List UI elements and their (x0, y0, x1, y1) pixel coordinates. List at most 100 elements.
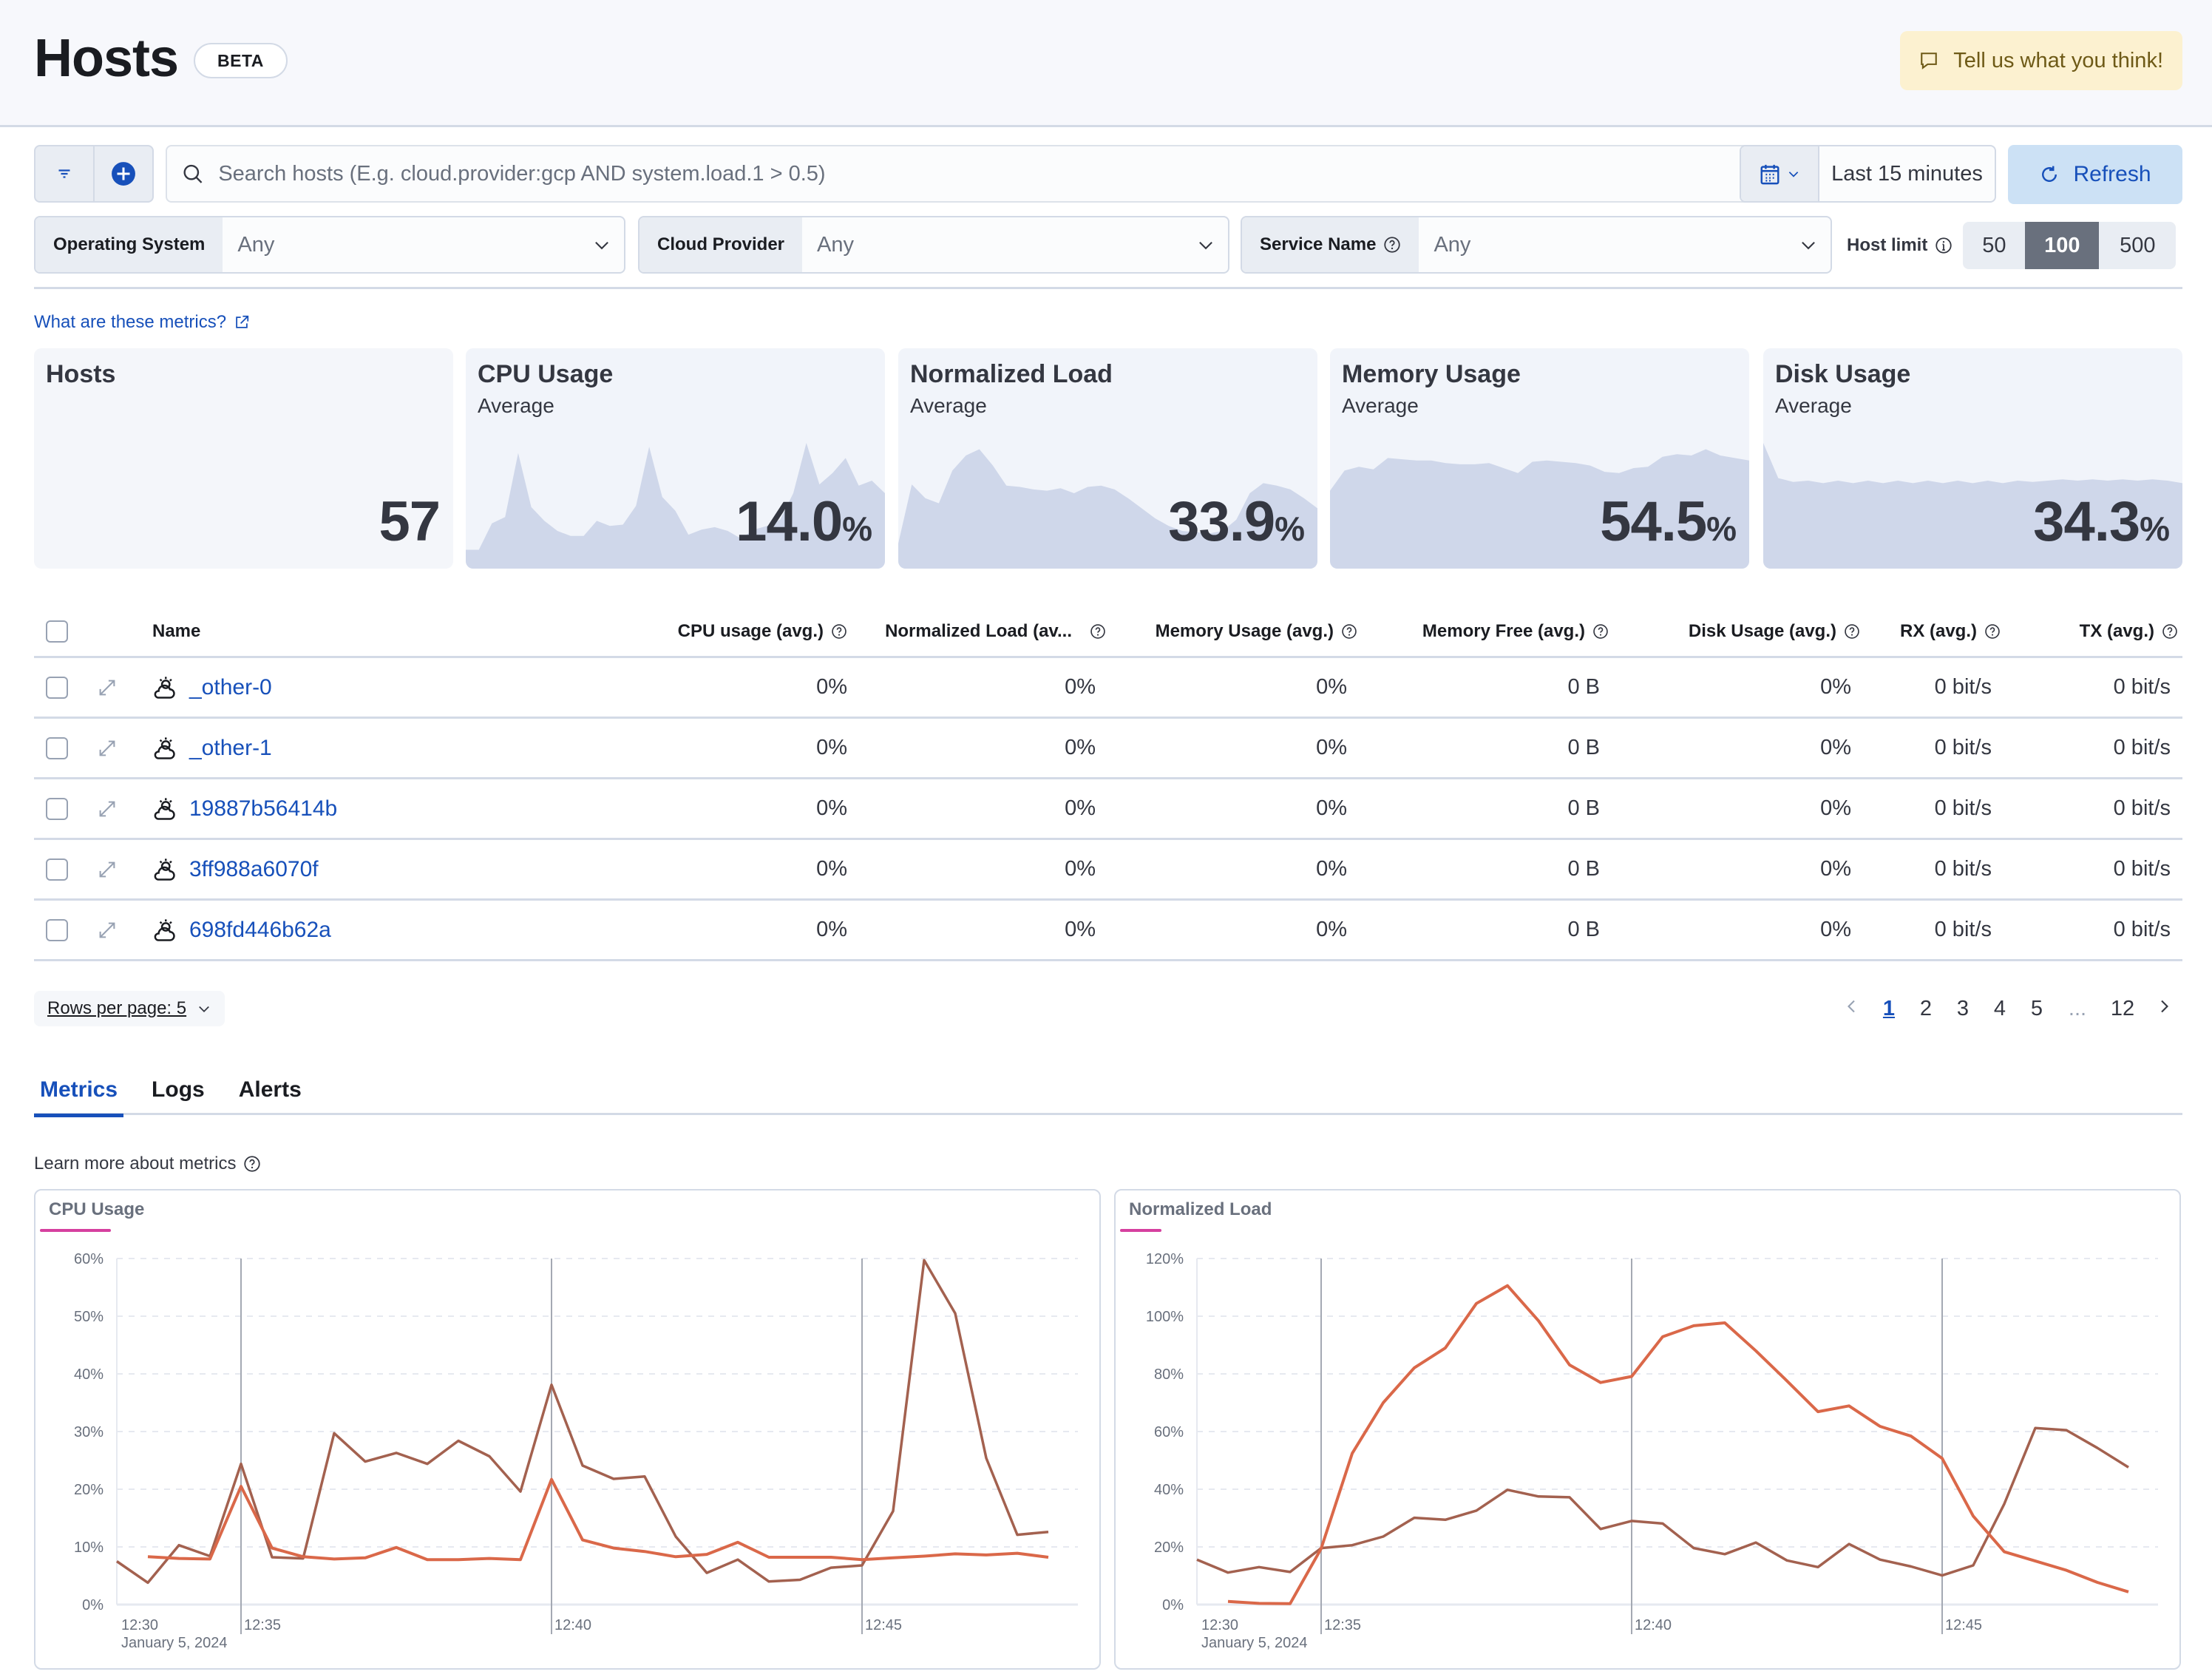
question-circle-icon[interactable] (1844, 623, 1860, 640)
page-title: Hosts (34, 29, 179, 88)
expand-row-button[interactable] (96, 719, 118, 777)
expand-row-button[interactable] (96, 840, 118, 898)
kpi-value: 33.9% (1168, 490, 1305, 554)
filter-operating-system[interactable]: Operating System Any (34, 216, 625, 274)
y-tick-label: 60% (1154, 1424, 1184, 1440)
host-limit-option-50[interactable]: 50 (1963, 222, 2025, 269)
kpi-value: 34.3% (2033, 490, 2170, 554)
table-row: _other-0 0% 0% 0% 0 B 0% 0 bit/s 0 bit/s (34, 658, 2182, 719)
column-header-cpu[interactable]: CPU usage (avg.) (611, 606, 847, 656)
column-header-normalized-load[interactable]: Normalized Load (av... (832, 606, 1106, 656)
search-field[interactable] (166, 145, 1763, 203)
row-checkbox[interactable] (46, 797, 68, 820)
page-2-button[interactable]: 2 (1907, 997, 1944, 1021)
row-checkbox[interactable] (46, 858, 68, 881)
filter-service-name[interactable]: Service Name Any (1241, 216, 1832, 274)
host-name-link[interactable]: 3ff988a6070f (189, 857, 319, 882)
disk-usage-cell: 0% (1820, 857, 1851, 881)
kpi-value-number: 34.3 (2033, 490, 2140, 553)
page-4-button[interactable]: 4 (1981, 997, 2018, 1021)
tab-alerts[interactable]: Alerts (233, 1065, 308, 1115)
kpi-title: Memory Usage (1342, 360, 1521, 388)
host-limit-option-100[interactable]: 100 (2025, 222, 2100, 269)
x-tick-label: 12:35 (1324, 1617, 1361, 1633)
search-input[interactable] (218, 161, 1761, 186)
previous-page-button[interactable] (1833, 997, 1870, 1021)
page-3-button[interactable]: 3 (1944, 997, 1981, 1021)
search-icon (183, 164, 203, 183)
row-select-cell (46, 901, 68, 959)
question-circle-icon[interactable] (1383, 236, 1401, 254)
host-name-link[interactable]: _other-1 (189, 736, 272, 761)
kpi-title: CPU Usage (478, 360, 614, 388)
y-tick-label: 20% (74, 1482, 104, 1498)
host-name-link[interactable]: _other-0 (189, 675, 272, 700)
query-menu-group (34, 145, 154, 203)
table-header: Name CPU usage (avg.) Normalized Load (a… (34, 606, 2182, 658)
column-header-label: Memory Usage (avg.) (1155, 620, 1334, 641)
host-limit-option-500[interactable]: 500 (2099, 222, 2176, 269)
host-name-link[interactable]: 19887b56414b (189, 796, 337, 822)
chart-title-accent (1120, 1229, 1161, 1232)
row-checkbox[interactable] (46, 736, 68, 759)
rx-cell: 0 bit/s (1934, 918, 1992, 941)
question-circle-icon[interactable] (1592, 623, 1609, 640)
query-menu-button[interactable] (35, 146, 93, 201)
rx-cell: 0 bit/s (1934, 675, 1992, 699)
info-icon[interactable] (1935, 237, 1953, 254)
column-header-memory-free[interactable]: Memory Free (avg.) (1357, 606, 1609, 656)
external-link-icon (236, 315, 249, 328)
kpi-value-unit: % (1275, 509, 1305, 548)
y-tick-label: 10% (74, 1540, 104, 1556)
question-circle-icon[interactable] (1984, 623, 2001, 640)
x-tick-label: 12:30 (121, 1617, 158, 1633)
column-header-tx[interactable]: TX (avg.) (2001, 606, 2178, 656)
what-are-these-metrics-link[interactable]: What are these metrics? (34, 312, 250, 333)
tab-metrics[interactable]: Metrics (34, 1065, 124, 1117)
cloud-sun-icon (154, 797, 175, 820)
add-filter-button[interactable] (93, 146, 152, 201)
rows-per-page-button[interactable]: Rows per page: 5 (34, 991, 225, 1026)
refresh-button[interactable]: Refresh (2008, 145, 2182, 204)
host-name-link[interactable]: 698fd446b62a (189, 918, 331, 943)
column-header-memory-usage[interactable]: Memory Usage (avg.) (1099, 606, 1357, 656)
disk-usage-cell: 0% (1820, 675, 1851, 699)
filter-cloud-provider[interactable]: Cloud Provider Any (638, 216, 1229, 274)
tx-cell: 0 bit/s (2113, 796, 2171, 820)
question-circle-icon[interactable] (2162, 623, 2178, 640)
feedback-button[interactable]: Tell us what you think! (1900, 31, 2182, 90)
x-tick-label: 12:40 (554, 1617, 591, 1633)
expand-row-button[interactable] (96, 901, 118, 959)
next-page-button[interactable] (2145, 997, 2182, 1021)
column-header-name[interactable]: Name (152, 606, 200, 656)
x-tick-label: 12:30 (1201, 1617, 1238, 1633)
table-row: _other-1 0% 0% 0% 0 B 0% 0 bit/s 0 bit/s (34, 719, 2182, 779)
column-header-label: TX (avg.) (2079, 620, 2154, 641)
column-header-disk-usage[interactable]: Disk Usage (avg.) (1609, 606, 1860, 656)
learn-more-about-metrics: Learn more about metrics (34, 1154, 261, 1174)
select-all-checkbox[interactable] (46, 620, 68, 643)
row-checkbox[interactable] (46, 918, 68, 941)
expand-row-button[interactable] (96, 779, 118, 838)
y-tick-label: 60% (74, 1251, 104, 1267)
question-circle-icon[interactable] (243, 1155, 261, 1173)
tab-logs[interactable]: Logs (146, 1065, 211, 1115)
filter-label-text: Service Name (1260, 234, 1377, 254)
column-header-label: Normalized Load (av... (885, 620, 1072, 641)
question-circle-icon[interactable] (1341, 623, 1357, 640)
learn-more-text: Learn more about metrics (34, 1154, 237, 1173)
row-checkbox[interactable] (46, 676, 68, 699)
kpi-value: 54.5% (1600, 490, 1737, 554)
host-name-cell: _other-0 (151, 658, 272, 717)
tx-cell: 0 bit/s (2113, 736, 2171, 759)
quick-select-button[interactable] (1741, 146, 1819, 201)
normalized-load-cell: 0% (1065, 796, 1096, 820)
expand-row-button[interactable] (96, 658, 118, 717)
y-tick-label: 80% (1154, 1366, 1184, 1383)
date-range-label[interactable]: Last 15 minutes (1819, 146, 1995, 201)
last-page-button[interactable]: 12 (2100, 997, 2145, 1021)
cpu-cell: 0% (816, 918, 847, 941)
page-5-button[interactable]: 5 (2018, 997, 2055, 1021)
column-header-rx[interactable]: RX (avg.) (1860, 606, 2001, 656)
page-1-button[interactable]: 1 (1870, 997, 1907, 1021)
